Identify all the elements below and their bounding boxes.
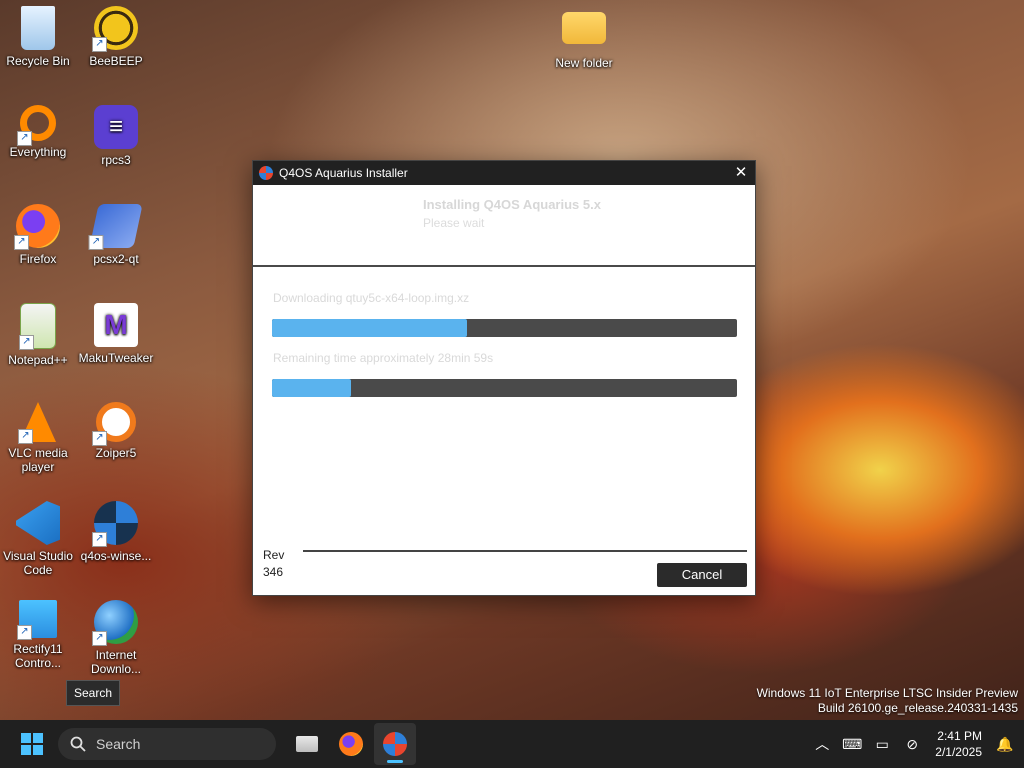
desktop-icon-pcsx2[interactable]: ↗ pcsx2-qt xyxy=(76,198,156,266)
desktop-icon-notepadpp[interactable]: ↗ Notepad++ xyxy=(0,297,78,367)
recycle-bin-icon xyxy=(21,6,55,50)
desktop-icon-new-folder[interactable]: New folder xyxy=(544,0,624,70)
download-progress-fill xyxy=(272,319,468,337)
header-title: Installing Q4OS Aquarius 5.x xyxy=(423,197,601,212)
task-view-icon xyxy=(296,736,318,752)
firefox-icon xyxy=(339,732,363,756)
close-icon[interactable]: ✕ xyxy=(727,161,755,185)
desktop-icon-vlc[interactable]: ↗ VLC media player xyxy=(0,396,78,474)
desktop-icon-label: Internet Downlo... xyxy=(90,648,142,676)
chevron-up-icon[interactable]: ︿ xyxy=(807,734,837,754)
desktop-icon-vscode[interactable]: Visual Studio Code xyxy=(0,495,78,577)
desktop-icon-zoiper[interactable]: ↗ Zoiper5 xyxy=(76,396,156,460)
vlc-cone-icon: ↗ xyxy=(18,402,56,444)
revision-info: Rev 346 xyxy=(263,547,284,581)
network-icon[interactable]: ▭ xyxy=(867,736,897,753)
desktop-icon-recycle-bin[interactable]: Recycle Bin xyxy=(0,0,78,68)
overall-progress-bar xyxy=(272,379,737,397)
cancel-button[interactable]: Cancel xyxy=(657,563,747,587)
magnifier-icon: ↗ xyxy=(17,105,56,146)
q4os-icon xyxy=(383,732,407,756)
globe-download-icon: ↗ xyxy=(92,600,138,646)
zoiper-icon: ↗ xyxy=(92,402,136,446)
desktop-icon-rectify11[interactable]: ↗ Rectify11 Contro... xyxy=(0,594,78,670)
overall-progress-fill xyxy=(272,379,352,397)
bee-icon: ↗ xyxy=(92,6,138,52)
revision-label: Rev xyxy=(263,548,285,562)
download-status: Downloading qtuy5c-x64-loop.img.xz xyxy=(273,291,470,305)
q4os-app-icon xyxy=(259,166,273,180)
desktop-icon-label: pcsx2-qt xyxy=(93,252,139,266)
footer-divider xyxy=(303,550,747,552)
desktop-icon-label: Everything xyxy=(9,145,67,159)
taskbar-firefox[interactable] xyxy=(330,723,372,765)
taskbar-search-box[interactable]: Search xyxy=(58,728,276,760)
clock-date: 2/1/2025 xyxy=(935,745,982,759)
desktop-icon-label: Notepad++ xyxy=(8,353,68,367)
search-tooltip: Search xyxy=(66,680,120,706)
desktop-icon-label: Firefox xyxy=(19,252,57,266)
desktop-icon-q4os-winsetup[interactable]: ↗ q4os-winse... xyxy=(76,495,156,563)
window-title: Q4OS Aquarius Installer xyxy=(279,166,408,180)
volume-muted-icon[interactable]: ⊘ xyxy=(897,736,927,753)
revision-value: 346 xyxy=(263,565,284,579)
desktop-icon-firefox[interactable]: ↗ Firefox xyxy=(0,198,78,266)
desktop-icon-label: Rectify11 Contro... xyxy=(13,642,63,670)
firefox-icon: ↗ xyxy=(14,204,60,250)
window-titlebar[interactable]: Q4OS Aquarius Installer ✕ xyxy=(253,161,755,185)
windows-grid-icon: ↗ xyxy=(17,600,57,640)
installer-header: Installing Q4OS Aquarius 5.x Please wait xyxy=(253,185,755,267)
pcsx2-icon: ↗ xyxy=(88,204,143,250)
notepad-icon: ↗ xyxy=(19,303,56,350)
desktop-icon-idm[interactable]: ↗ Internet Downlo... xyxy=(76,594,156,676)
task-view-button[interactable] xyxy=(286,723,328,765)
vscode-icon xyxy=(16,501,60,545)
search-placeholder: Search xyxy=(96,736,141,752)
installer-window: Q4OS Aquarius Installer ✕ Installing Q4O… xyxy=(252,160,756,596)
windows-logo-icon xyxy=(21,733,43,755)
folder-icon xyxy=(562,12,606,44)
notification-bell-icon[interactable]: 🔔 xyxy=(990,736,1020,753)
search-icon xyxy=(68,734,88,754)
desktop-icon-beebeep[interactable]: ↗ BeeBEEP xyxy=(76,0,156,68)
makutweaker-icon: M xyxy=(94,303,138,347)
keyboard-icon[interactable]: ⌨ xyxy=(837,736,867,753)
start-button[interactable] xyxy=(10,722,54,766)
desktop-icon-label: New folder xyxy=(555,56,613,70)
system-tray: ︿ ⌨ ▭ ⊘ 2:41 PM 2/1/2025 🔔 xyxy=(807,728,1024,760)
os-watermark-line1: Windows 11 IoT Enterprise LTSC Insider P… xyxy=(756,686,1018,700)
desktop-icon-label: Zoiper5 xyxy=(95,446,137,460)
header-subtitle: Please wait xyxy=(423,216,485,230)
desktop-icon-everything[interactable]: ↗ Everything xyxy=(0,99,78,159)
clock-time: 2:41 PM xyxy=(937,729,982,743)
clock[interactable]: 2:41 PM 2/1/2025 xyxy=(935,728,982,760)
remaining-time-status: Remaining time approximately 28min 59s xyxy=(273,351,494,365)
taskbar: Search ︿ ⌨ ▭ ⊘ 2:41 PM 2/1/2025 🔔 xyxy=(0,720,1024,768)
rpcs3-icon: ≡ xyxy=(94,105,138,149)
desktop-icon-label: Visual Studio Code xyxy=(3,549,73,577)
desktop-icon-label: VLC media player xyxy=(8,446,68,474)
desktop-icon-rpcs3[interactable]: ≡ rpcs3 xyxy=(76,99,156,167)
q4os-icon: ↗ xyxy=(92,501,138,547)
desktop-icon-label: rpcs3 xyxy=(101,153,131,167)
os-watermark-line2: Build 26100.ge_release.240331-1435 xyxy=(817,701,1018,715)
taskbar-q4os-installer[interactable] xyxy=(374,723,416,765)
desktop-icon-label: q4os-winse... xyxy=(80,549,152,563)
download-progress-bar xyxy=(272,319,737,337)
desktop-icon-label: MakuTweaker xyxy=(78,351,154,365)
desktop-icon-label: Recycle Bin xyxy=(6,54,70,68)
desktop-icon-makutweaker[interactable]: M MakuTweaker xyxy=(76,297,156,365)
desktop-icon-label: BeeBEEP xyxy=(89,54,143,68)
